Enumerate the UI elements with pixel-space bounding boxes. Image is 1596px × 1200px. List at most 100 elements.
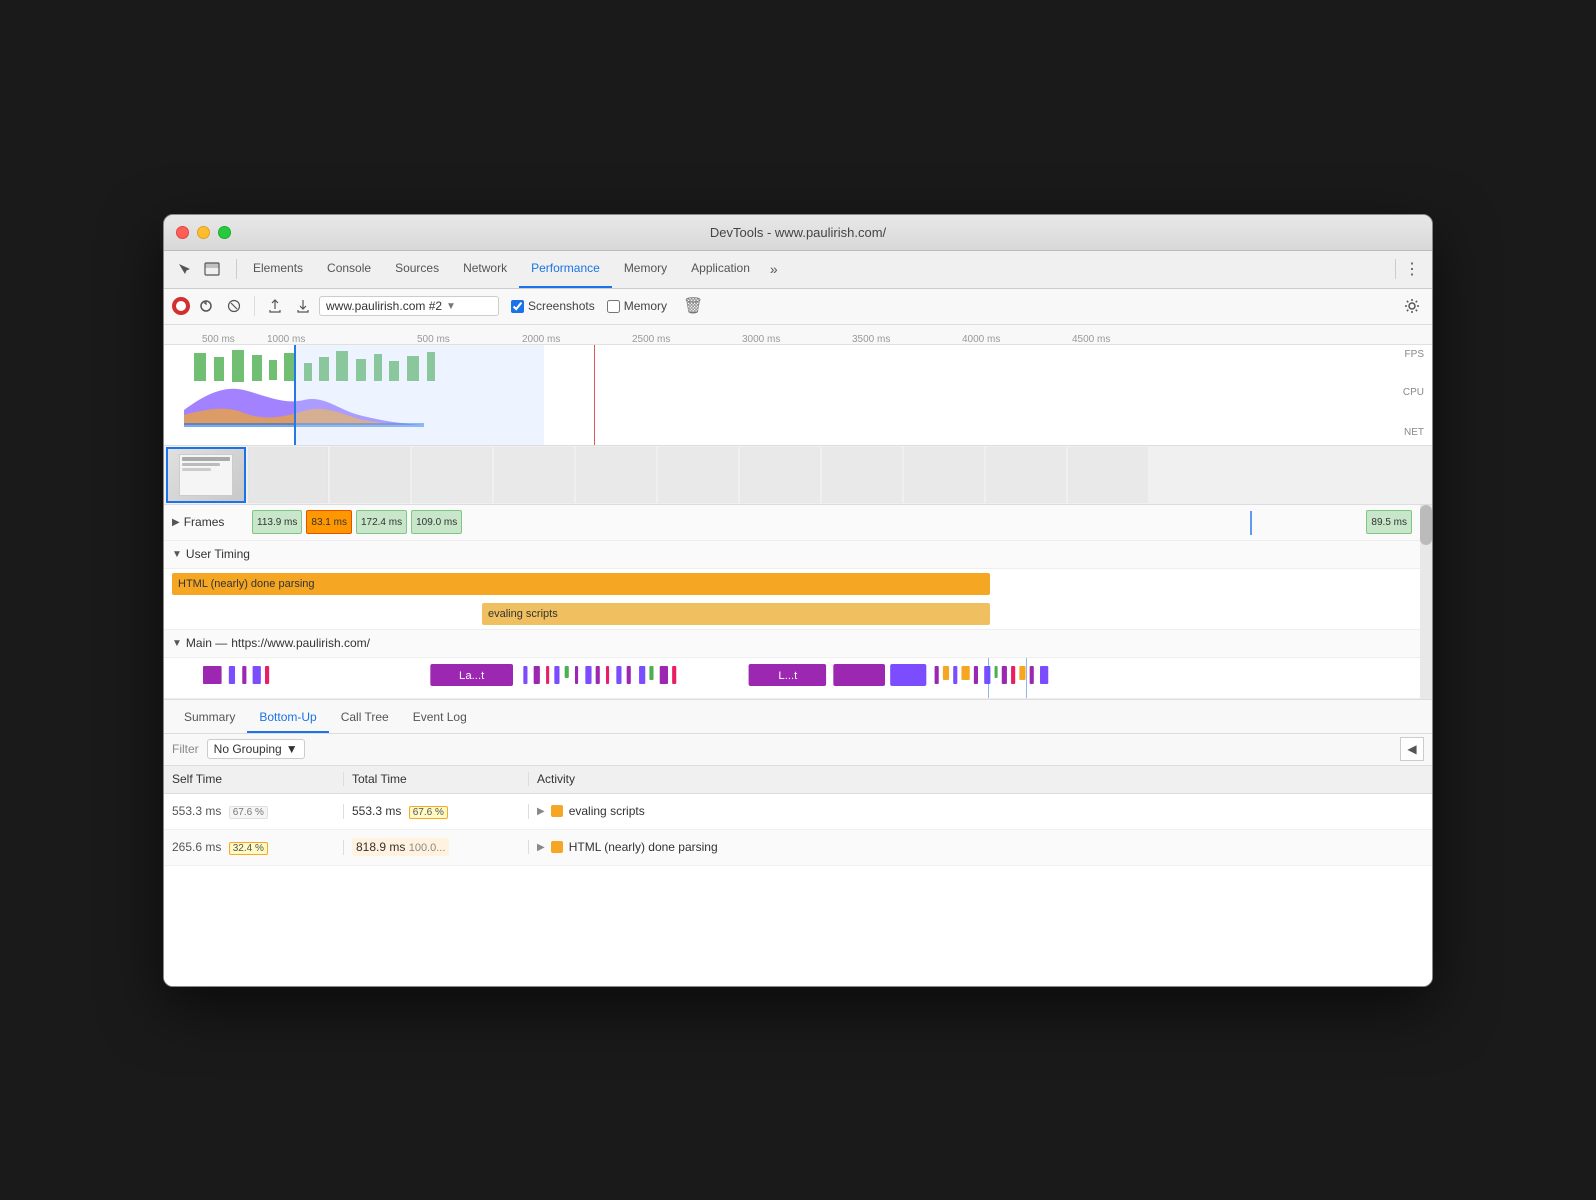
filter-label: Filter [172,742,199,756]
self-time-cell: 553.3 ms 67.6 % [164,804,344,819]
tab-console[interactable]: Console [315,251,383,288]
screenshot-thumb[interactable] [1068,447,1148,503]
frame-block[interactable]: 89.5 ms [1366,510,1412,534]
tab-list: Elements Console Sources Network Perform… [241,251,1391,288]
screenshot-thumb[interactable] [904,447,984,503]
self-time-cell-2: 265.6 ms 32.4 % [164,840,344,855]
download-button[interactable] [291,294,315,318]
scrollbar-thumb[interactable] [1420,505,1432,545]
clear-button[interactable] [222,294,246,318]
activity-color-dot-2 [551,841,563,853]
maximize-button[interactable] [218,226,231,239]
screenshot-thumb[interactable] [658,447,738,503]
frame-block[interactable]: 113.9 ms [252,510,302,534]
perf-detail: ▶ Frames 113.9 ms 83.1 ms 172.4 ms 109.0… [164,505,1432,700]
html-parsing-bar[interactable]: HTML (nearly) done parsing [172,573,990,595]
screenshot-thumb[interactable] [494,447,574,503]
evaling-scripts-bar[interactable]: evaling scripts [482,603,990,625]
self-time-value: 553.3 ms [172,804,221,818]
user-timing-header: ▼ User Timing [164,541,1432,569]
grouping-arrow-icon: ▼ [286,742,298,756]
ruler-mark: 3500 ms [852,334,890,345]
url-arrow-icon: ▼ [446,301,456,312]
timing-bar-eval: evaling scripts [164,599,1432,629]
empty-space [164,866,1432,986]
frame-block[interactable]: 109.0 ms [411,510,462,534]
memory-checkbox[interactable] [607,300,620,313]
screenshot-thumb[interactable] [330,447,410,503]
filter-bar: Filter No Grouping ▼ ◀ [164,734,1432,766]
devtools-window: DevTools - www.paulirish.com/ Elements [163,214,1433,987]
frame-block[interactable]: 83.1 ms [306,510,352,534]
table-row: 553.3 ms 67.6 % 553.3 ms 67.6 % ▶ evalin… [164,794,1432,830]
bottom-tabs: Summary Bottom-Up Call Tree Event Log [164,700,1432,734]
url-selector[interactable]: www.paulirish.com #2 ▼ [319,296,499,316]
memory-checkbox-label[interactable]: Memory [607,299,667,313]
settings-gear-button[interactable] [1400,294,1424,318]
screenshot-thumb[interactable] [740,447,820,503]
total-time-bg: 818.9 ms 100.0... [352,838,449,856]
screenshot-thumb[interactable] [986,447,1066,503]
close-button[interactable] [176,226,189,239]
screenshot-thumb[interactable] [248,447,328,503]
traffic-lights [176,226,231,239]
frames-triangle-icon: ▶ [172,517,180,528]
dock-icon[interactable] [200,257,224,281]
tab-summary[interactable]: Summary [172,703,247,733]
screenshot-thumb[interactable] [576,447,656,503]
collapse-button[interactable]: ◀ [1400,737,1424,761]
timeline-area: 500 ms 1000 ms 500 ms 2000 ms 2500 ms 30… [164,325,1432,505]
fps-label: FPS [1405,349,1424,360]
screenshot-thumb[interactable] [822,447,902,503]
net-label: NET [1404,427,1424,438]
frames-toggle[interactable]: ▶ Frames [172,515,252,529]
chart-section: FPS CPU NET [164,345,1432,445]
self-pct-badge-2: 32.4 % [229,842,268,855]
screenshot-thumb[interactable] [166,447,246,503]
frame-block[interactable]: 172.4 ms [356,510,407,534]
screenshot-thumb[interactable] [412,447,492,503]
reload-button[interactable] [194,294,218,318]
expand-arrow-icon[interactable]: ▶ [537,806,545,817]
tab-separator-2 [1395,259,1396,279]
ruler-mark: 4000 ms [962,334,1000,345]
selection-bar [1250,511,1252,540]
upload-button[interactable] [263,294,287,318]
cursor-icon[interactable] [172,257,196,281]
screenshots-checkbox-label[interactable]: Screenshots [511,299,595,313]
total-time-value: 553.3 ms [352,804,401,818]
activity-name-2: HTML (nearly) done parsing [569,840,718,854]
delete-button[interactable]: 🗑 [683,296,703,316]
tab-elements[interactable]: Elements [241,251,315,288]
expand-arrow-icon-2[interactable]: ▶ [537,842,545,853]
timing-bar-container-2: evaling scripts [172,602,1412,626]
tab-event-log[interactable]: Event Log [401,703,479,733]
tab-call-tree[interactable]: Call Tree [329,703,401,733]
selection-start-line [294,345,296,445]
screenshots-checkbox[interactable] [511,300,524,313]
tab-memory[interactable]: Memory [612,251,679,288]
tab-network[interactable]: Network [451,251,519,288]
tab-sources[interactable]: Sources [383,251,451,288]
activity-header: Activity [529,772,1432,786]
total-time-header: Total Time [344,772,529,786]
settings-button[interactable]: ⋮ [1400,257,1424,281]
grouping-select[interactable]: No Grouping ▼ [207,739,305,759]
timing-bar-container: HTML (nearly) done parsing [172,572,1412,596]
record-button[interactable] [172,297,190,315]
toolbar-separator [254,296,255,316]
dashed-line-1 [988,658,989,698]
main-thread-url: https://www.paulirish.com/ [231,636,370,650]
tab-application[interactable]: Application [679,251,762,288]
minimize-button[interactable] [197,226,210,239]
total-time-cell-2: 818.9 ms 100.0... [344,840,529,854]
table-header: Self Time Total Time Activity [164,766,1432,794]
total-pct-badge: 67.6 % [409,806,448,819]
tab-bottom-up[interactable]: Bottom-Up [247,703,328,733]
selection-overlay [294,345,544,445]
dashed-line-2 [1026,658,1027,698]
tab-performance[interactable]: Performance [519,251,612,288]
bottom-panel: Summary Bottom-Up Call Tree Event Log Fi… [164,700,1432,986]
vertical-scrollbar[interactable] [1420,505,1432,699]
tab-overflow[interactable]: » [762,251,786,288]
